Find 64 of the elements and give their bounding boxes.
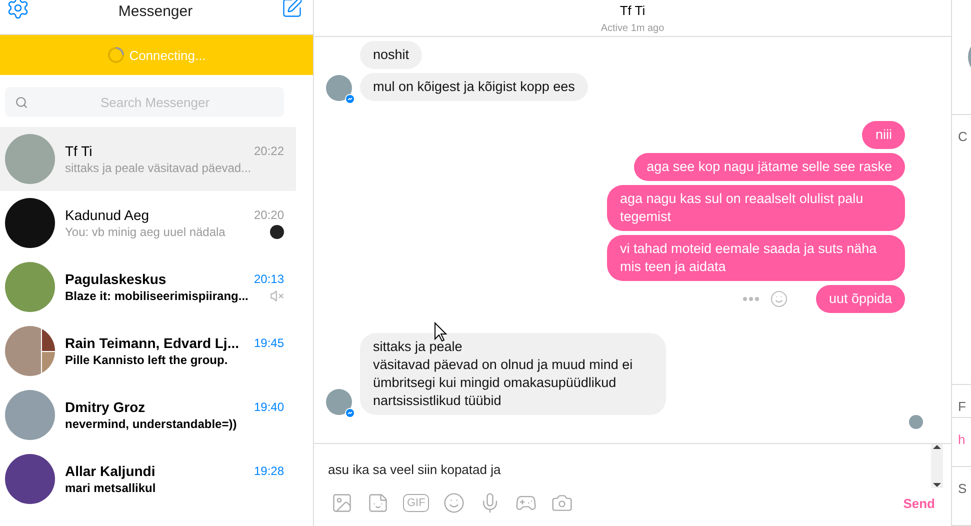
avatar [5, 134, 55, 184]
details-label: h [952, 418, 971, 467]
avatar [5, 198, 55, 248]
scroll-down-icon[interactable] [933, 482, 941, 488]
search-input[interactable]: Search Messenger [36, 94, 274, 110]
message-bubble: noshit [360, 41, 422, 69]
conversation-item[interactable]: Rain Teimann, Edvard Lj... 19:45 Pille Kannisto left the group. [0, 319, 296, 383]
chat-title: Tf Ti [620, 4, 646, 17]
scroll-up-icon[interactable] [933, 444, 941, 450]
message-time: 20:22 [254, 144, 284, 158]
message-time: 19:45 [254, 336, 284, 350]
mouse-cursor-icon [434, 322, 448, 342]
active-status: Active 1m ago [600, 23, 664, 34]
details-label: F [952, 385, 971, 418]
message-preview: You: vb minig aeg uuel nädala [65, 225, 226, 239]
loading-spinner-icon [107, 46, 126, 64]
conversation-item[interactable]: Dmitry Groz 19:40 nevermind, understandable=)) [0, 383, 296, 447]
message-preview: mari metsallikul [65, 481, 156, 495]
search-field[interactable]: Search Messenger [5, 87, 284, 117]
message-preview: Pille Kannisto left the group. [65, 353, 228, 367]
message-time: 20:13 [254, 272, 284, 286]
emoji-icon[interactable] [443, 492, 466, 514]
messenger-badge-icon [345, 408, 355, 418]
message-time: 19:40 [254, 400, 284, 414]
message-time: 19:28 [254, 464, 284, 478]
reaction-icon[interactable] [770, 290, 788, 308]
message-bubble: vi tahad moteid eemale saada ja suts näha mis teen ja aidata [607, 235, 905, 281]
messenger-badge-icon [345, 94, 355, 104]
message-bubble: aga see kop nagu jätame selle see raske [634, 153, 905, 181]
compose-button[interactable] [280, 0, 303, 19]
message-preview: Blaze it: mobiliseerimispiirang... [65, 289, 248, 303]
message-time: 20:20 [254, 208, 284, 222]
message-bubble: aga nagu kas sul on reaalselt olulist palu tegemist [607, 185, 905, 231]
search-icon [15, 96, 28, 108]
conversation-item[interactable]: Pagulaskeskus 20:13 Blaze it: mobiliseerimispiirang... [0, 255, 296, 319]
avatar [5, 390, 55, 440]
contact-name: Dmitry Groz [65, 399, 146, 415]
avatar [5, 454, 55, 504]
scrollbar[interactable] [931, 444, 943, 488]
conversation-item[interactable]: Tf Ti 20:22 sittaks ja peale väsitavad päevad... [0, 127, 296, 191]
message-bubble: sittaks ja peale väsitavad päevad on olnud ja muud mind ei ümbritsegi kui mingid omakasupüüdlikud nartsissistlikud tüübid [360, 333, 666, 415]
contact-name: Kadunud Aeg [65, 207, 150, 223]
message-bubble: niii [862, 121, 905, 149]
settings-button[interactable] [6, 0, 30, 20]
contact-name: Rain Teimann, Edvard Lj... [65, 335, 239, 351]
connection-status: Connecting... [129, 48, 206, 62]
message-preview: nevermind, understandable=)) [65, 417, 237, 431]
message-bubble: mul on kõigest ja kõigist kopp ees [360, 73, 588, 101]
sticker-icon[interactable] [367, 492, 389, 514]
contact-name: Tf Ti [65, 143, 92, 159]
message-bubble: uut õppida [816, 285, 905, 313]
message-preview: sittaks ja peale väsitavad päevad... [65, 161, 252, 175]
avatar [5, 262, 55, 312]
image-icon[interactable] [331, 492, 353, 514]
camera-icon[interactable] [551, 492, 574, 514]
contact-name: Pagulaskeskus [65, 271, 166, 287]
details-label: C [952, 114, 971, 386]
more-options-icon[interactable] [742, 296, 760, 302]
details-label: S [952, 466, 971, 526]
contact-name: Allar Kaljundi [65, 463, 156, 479]
conversation-item[interactable]: Allar Kaljundi 19:28 mari metsallikul [0, 447, 296, 511]
group-avatar [5, 326, 55, 376]
app-title: Messenger [118, 3, 193, 20]
conversation-item[interactable]: Kadunud Aeg 20:20 You: vb minig aeg uuel nädala [0, 191, 296, 255]
